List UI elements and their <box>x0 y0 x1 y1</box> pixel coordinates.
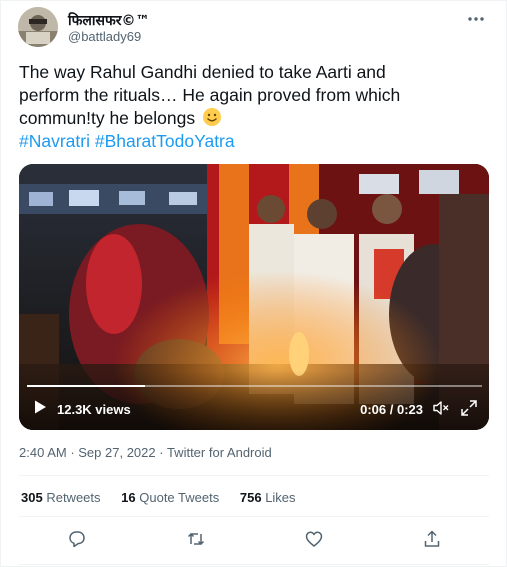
more-icon[interactable] <box>466 11 486 27</box>
divider <box>19 475 489 476</box>
quotes-count: 16 <box>121 490 136 505</box>
divider <box>19 564 489 565</box>
mute-icon[interactable] <box>432 399 450 417</box>
video-progress-bar[interactable] <box>27 385 482 387</box>
tweet-actions <box>1 528 506 552</box>
likes-label: Likes <box>265 490 296 505</box>
expand-icon[interactable] <box>460 399 478 417</box>
share-icon[interactable] <box>421 528 443 550</box>
reply-icon[interactable] <box>66 528 88 550</box>
tweet-text-line: commun!ty he belongs <box>19 107 489 130</box>
tweet-card: फिलासफर©™ @battlady69 The way Rahul Gand… <box>0 0 507 567</box>
video-player[interactable] <box>19 164 489 430</box>
tweet-text-line-end: commun!ty he belongs <box>19 108 196 128</box>
tweet-date[interactable]: Sep 27, 2022 <box>78 445 155 460</box>
likes-count: 756 <box>239 490 262 505</box>
tweet-stats: 305 Retweets 16 Quote Tweets 756 Likes <box>21 490 313 505</box>
meta-separator: · <box>66 445 79 460</box>
author-display-name[interactable]: फिलासफर©™ <box>68 11 150 30</box>
tweet-time[interactable]: 2:40 AM <box>19 445 67 460</box>
video-views: 12.3K views <box>57 402 131 417</box>
play-icon[interactable] <box>32 399 48 415</box>
controls-gradient <box>19 370 489 430</box>
tweet-text-line: perform the rituals… He again proved fro… <box>19 85 401 105</box>
likes-stat[interactable]: 756 Likes <box>240 490 296 505</box>
retweet-icon[interactable] <box>185 528 207 550</box>
like-icon[interactable] <box>303 528 325 550</box>
author-handle[interactable]: @battlady69 <box>68 29 141 44</box>
quote-tweets-stat[interactable]: 16 Quote Tweets <box>121 490 219 505</box>
video-progress-fill <box>27 385 146 387</box>
tweet-text: The way Rahul Gandhi denied to take Aart… <box>19 61 489 153</box>
divider <box>19 516 489 517</box>
quotes-label: Quote Tweets <box>139 490 220 505</box>
hashtags[interactable]: #Navratri #BharatTodoYatra <box>19 130 489 153</box>
tweet-source[interactable]: Twitter for Android <box>167 445 272 460</box>
avatar[interactable] <box>18 7 58 47</box>
retweets-count: 305 <box>21 490 43 505</box>
tweet-text-line: The way Rahul Gandhi denied to take Aart… <box>19 62 386 82</box>
emoji-smile-icon <box>202 107 222 127</box>
retweets-stat[interactable]: 305 Retweets <box>21 490 101 505</box>
meta-separator: · <box>155 445 167 460</box>
retweets-label: Retweets <box>46 490 101 505</box>
tweet-header: फिलासफर©™ @battlady69 <box>18 7 488 49</box>
tweet-meta: 2:40 AM · Sep 27, 2022 · Twitter for And… <box>19 445 272 460</box>
video-timecode: 0:06 / 0:23 <box>360 402 423 417</box>
